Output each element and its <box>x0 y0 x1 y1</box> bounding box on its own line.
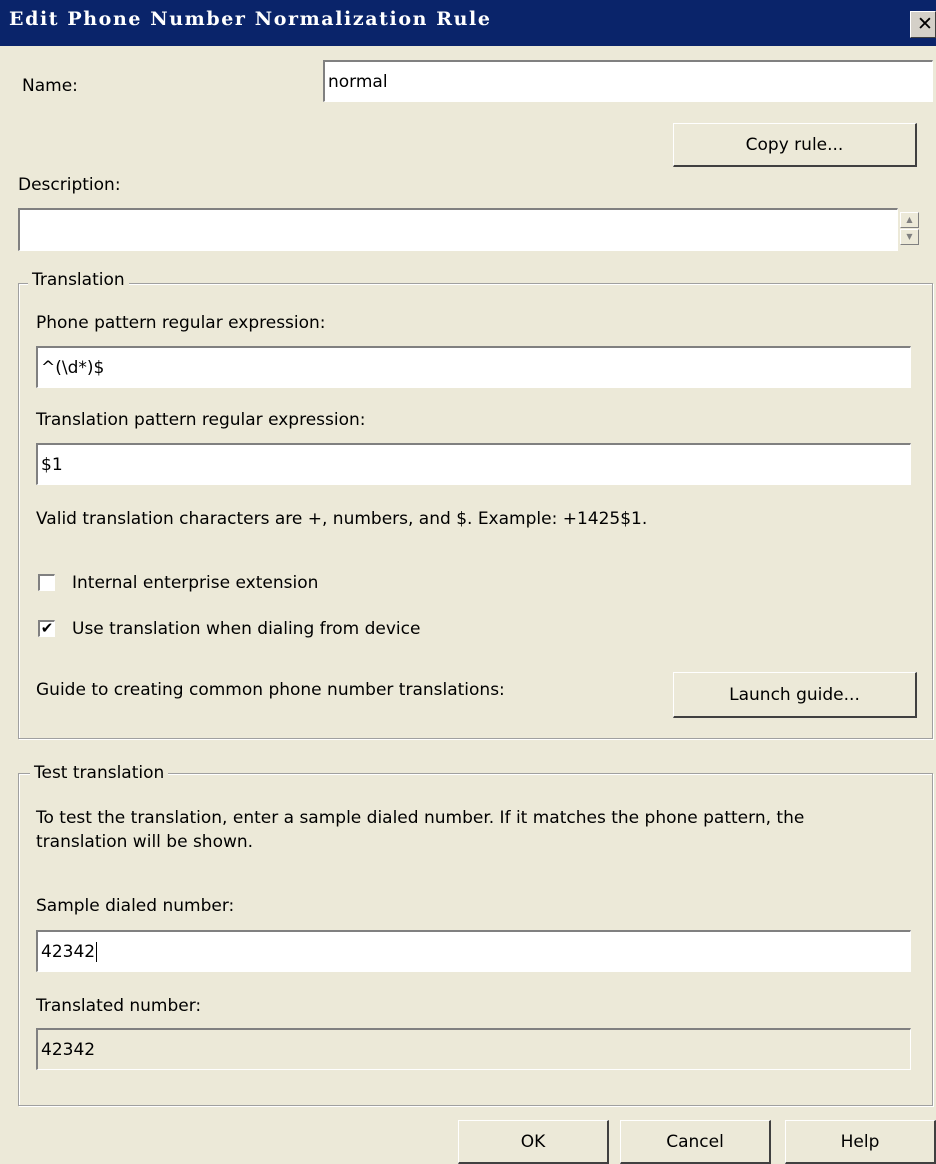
sample-dialed-value: 42342 <box>41 941 96 962</box>
launch-guide-button[interactable]: Launch guide... <box>673 672 917 718</box>
scroll-down-icon[interactable]: ▼ <box>900 229 919 245</box>
translated-number-label: Translated number: <box>36 996 202 1016</box>
description-label: Description: <box>18 175 121 195</box>
help-button[interactable]: Help <box>785 1120 936 1164</box>
use-translation-checkbox[interactable]: ✔ <box>38 620 55 637</box>
translated-number-field: 42342 <box>36 1028 911 1070</box>
internal-extension-label[interactable]: Internal enterprise extension <box>72 573 318 593</box>
guide-label: Guide to creating common phone number tr… <box>36 680 505 700</box>
close-icon: ✕ <box>917 13 933 35</box>
description-input[interactable] <box>18 208 898 251</box>
phone-pattern-label: Phone pattern regular expression: <box>36 313 326 333</box>
test-instructions-line2: translation will be shown. <box>36 832 254 852</box>
window-title: Edit Phone Number Normalization Rule <box>9 8 492 30</box>
internal-extension-checkbox[interactable] <box>38 574 55 591</box>
use-translation-label[interactable]: Use translation when dialing from device <box>72 619 420 639</box>
scroll-up-icon[interactable]: ▲ <box>900 212 919 228</box>
translation-pattern-input[interactable]: $1 <box>36 443 911 485</box>
test-instructions-line1: To test the translation, enter a sample … <box>36 808 805 828</box>
copy-rule-button[interactable]: Copy rule... <box>673 123 917 167</box>
test-translation-legend: Test translation <box>30 763 169 783</box>
translation-pattern-label: Translation pattern regular expression: <box>36 410 366 430</box>
checkmark-icon: ✔ <box>40 619 54 637</box>
translation-legend: Translation <box>28 270 129 290</box>
close-button[interactable]: ✕ <box>910 11 936 38</box>
sample-dialed-label: Sample dialed number: <box>36 896 235 916</box>
text-caret <box>96 941 98 962</box>
ok-button[interactable]: OK <box>458 1120 609 1164</box>
name-label: Name: <box>22 76 78 96</box>
sample-dialed-input[interactable]: 42342 <box>36 930 911 972</box>
cancel-button[interactable]: Cancel <box>620 1120 771 1164</box>
name-input[interactable]: normal <box>323 60 933 102</box>
translation-hint: Valid translation characters are +, numb… <box>36 509 648 529</box>
phone-pattern-input[interactable]: ^(\d*)$ <box>36 346 911 388</box>
